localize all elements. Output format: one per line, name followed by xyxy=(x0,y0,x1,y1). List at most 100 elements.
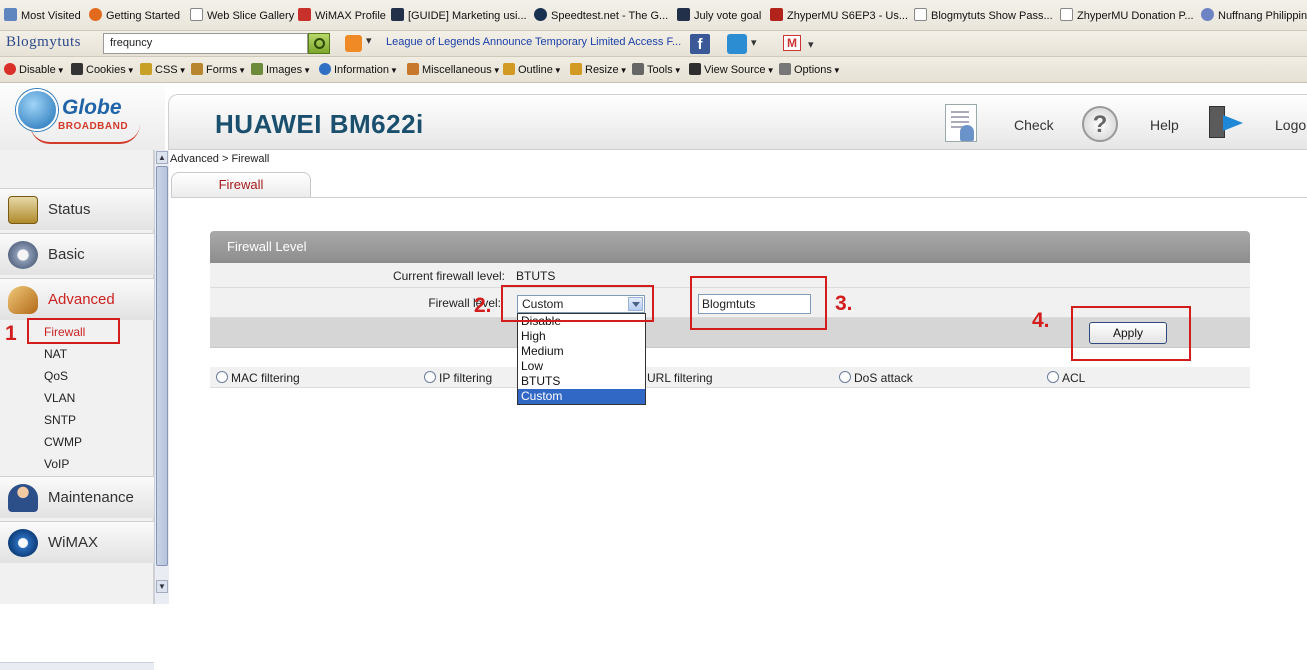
sidebar: Status Basic Advanced Firewall NAT QoS V… xyxy=(0,150,154,670)
menu-resize[interactable]: Resize▼ xyxy=(570,63,628,76)
help-icon[interactable]: ? xyxy=(1082,106,1118,142)
site-icon xyxy=(677,8,690,21)
menu-label: Images xyxy=(266,64,303,76)
sidebar-horizontal-scrollbar[interactable] xyxy=(0,662,154,670)
bookmark-web-slice[interactable]: Web Slice Gallery xyxy=(190,8,294,24)
menu-label: Tools xyxy=(647,64,673,76)
page-icon xyxy=(190,8,203,21)
firewall-level-dropdown[interactable]: Disable High Medium Low BTUTS Custom xyxy=(517,313,646,405)
logout-link[interactable]: Logo xyxy=(1275,117,1306,133)
images-icon xyxy=(251,63,263,75)
status-chart-icon xyxy=(8,196,38,224)
menu-css[interactable]: CSS▼ xyxy=(140,63,187,76)
bookmark-most-visited[interactable]: Most Visited xyxy=(4,8,81,24)
menu-outline[interactable]: Outline▼ xyxy=(503,63,562,76)
annotation-box-3 xyxy=(690,276,827,330)
menu-disable[interactable]: Disable▼ xyxy=(4,63,65,76)
menu-cookies[interactable]: Cookies▼ xyxy=(71,63,135,76)
submenu-nat[interactable]: NAT xyxy=(44,347,67,361)
bookmark-speedtest[interactable]: Speedtest.net - The G... xyxy=(534,8,668,24)
resize-icon xyxy=(570,63,582,75)
sidebar-item-advanced[interactable]: Advanced xyxy=(0,278,154,320)
bookmark-nuffnang[interactable]: Nuffnang Philippine xyxy=(1201,8,1307,24)
toolbar-brand[interactable]: Blogmytuts xyxy=(6,34,81,51)
bookmark-getting-started[interactable]: Getting Started xyxy=(89,8,180,24)
submenu-sntp[interactable]: SNTP xyxy=(44,413,76,427)
twitter-icon[interactable] xyxy=(727,34,757,54)
menu-forms[interactable]: Forms▼ xyxy=(191,63,246,76)
option-medium[interactable]: Medium xyxy=(518,344,645,359)
chevron-down-icon: ▼ xyxy=(126,66,135,75)
check-link[interactable]: Check xyxy=(1014,117,1054,133)
tools-icon xyxy=(632,63,644,75)
tab-firewall[interactable]: Firewall xyxy=(171,172,311,197)
bookmark-label: Web Slice Gallery xyxy=(207,10,295,22)
scrollbar-thumb[interactable] xyxy=(156,166,168,566)
radio-dos-attack[interactable]: DoS attack xyxy=(839,371,913,385)
radio-acl[interactable]: ACL xyxy=(1047,371,1085,385)
menu-information[interactable]: Information▼ xyxy=(319,63,398,76)
gmail-icon[interactable]: M xyxy=(783,35,814,52)
option-btuts[interactable]: BTUTS xyxy=(518,374,645,389)
radio-circle xyxy=(1047,371,1059,383)
bookmark-label: Blogmytuts Show Pass... xyxy=(931,10,1053,22)
chevron-down-icon: ▼ xyxy=(390,66,398,75)
gear-icon xyxy=(8,241,38,269)
globe-logo: Globe BROADBAND xyxy=(0,84,165,150)
chevron-down-icon: ▼ xyxy=(492,66,501,75)
scroll-down-icon[interactable]: ▼ xyxy=(156,580,168,593)
radio-ip-filtering[interactable]: IP filtering xyxy=(424,371,492,385)
facebook-icon[interactable]: f xyxy=(690,34,710,54)
bookmark-label: ZhyperMU Donation P... xyxy=(1077,10,1194,22)
bookmark-label: July vote goal xyxy=(694,10,762,22)
radio-label: IP filtering xyxy=(439,371,493,385)
bookmark-zhypermu[interactable]: ZhyperMU S6EP3 - Us... xyxy=(770,8,908,24)
menu-tools[interactable]: Tools▼ xyxy=(632,63,682,76)
option-high[interactable]: High xyxy=(518,329,645,344)
annotation-step-4: 4. xyxy=(1032,309,1050,332)
wrench-icon xyxy=(8,286,38,314)
menu-images[interactable]: Images▼ xyxy=(251,63,311,76)
huawei-icon xyxy=(298,8,311,21)
radio-circle xyxy=(216,371,228,383)
menu-options[interactable]: Options▼ xyxy=(779,63,841,76)
rss-icon[interactable] xyxy=(345,34,372,52)
news-ticker[interactable]: League of Legends Announce Temporary Lim… xyxy=(386,36,681,48)
sidebar-item-maintenance[interactable]: Maintenance xyxy=(0,476,154,518)
radio-mac-filtering[interactable]: MAC filtering xyxy=(216,371,300,385)
bookmark-wimax-profile[interactable]: WiMAX Profile xyxy=(298,8,386,24)
annotation-box-4 xyxy=(1071,306,1191,361)
web-developer-toolbar: Disable▼ Cookies▼ CSS▼ Forms▼ Images▼ In… xyxy=(0,57,1307,83)
sidebar-item-basic[interactable]: Basic xyxy=(0,233,154,275)
toolbar-search-input[interactable]: frequncy xyxy=(103,33,308,54)
nuffnang-icon xyxy=(1201,8,1214,21)
menu-view-source[interactable]: View Source▼ xyxy=(689,63,774,76)
submenu-vlan[interactable]: VLAN xyxy=(44,391,75,405)
option-low[interactable]: Low xyxy=(518,359,645,374)
sidebar-item-status[interactable]: Status xyxy=(0,188,154,230)
option-custom[interactable]: Custom xyxy=(518,389,645,404)
check-icon[interactable] xyxy=(945,104,977,142)
sidebar-item-wimax[interactable]: WiMAX xyxy=(0,521,154,563)
disable-icon xyxy=(4,63,16,75)
search-icon[interactable] xyxy=(308,33,330,54)
help-link[interactable]: Help xyxy=(1150,117,1179,133)
sidebar-scrollbar[interactable]: ▲ ▼ xyxy=(154,150,169,604)
submenu-cwmp[interactable]: CWMP xyxy=(44,435,82,449)
scroll-up-icon[interactable]: ▲ xyxy=(156,151,168,164)
menu-miscellaneous[interactable]: Miscellaneous▼ xyxy=(407,63,501,76)
bookmark-blogmytuts[interactable]: Blogmytuts Show Pass... xyxy=(914,8,1053,24)
submenu-voip[interactable]: VoIP xyxy=(44,457,69,471)
bookmark-guide[interactable]: [GUIDE] Marketing usi... xyxy=(391,8,527,24)
bookmark-july-vote[interactable]: July vote goal xyxy=(677,8,761,24)
chevron-down-icon: ▼ xyxy=(178,66,187,75)
options-icon xyxy=(779,63,791,75)
chevron-down-icon: ▼ xyxy=(766,66,775,75)
speedtest-icon xyxy=(534,8,547,21)
submenu-qos[interactable]: QoS xyxy=(44,369,68,383)
sidebar-item-label: WiMAX xyxy=(48,534,98,551)
logout-icon[interactable] xyxy=(1209,106,1243,140)
info-icon xyxy=(319,63,331,75)
bookmark-donation[interactable]: ZhyperMU Donation P... xyxy=(1060,8,1194,24)
mu-icon xyxy=(770,8,783,21)
